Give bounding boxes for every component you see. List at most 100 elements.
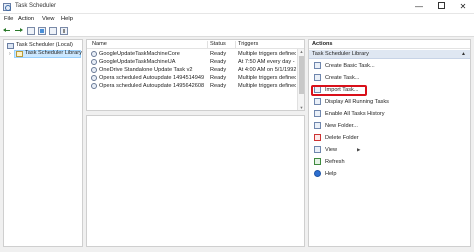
new-folder-icon <box>314 122 321 129</box>
action-label: Create Task... <box>325 74 360 81</box>
task-scheduler-window: Task Scheduler — ✕ File Action View Help… <box>0 0 474 252</box>
action-delete-folder[interactable]: Delete Folder <box>309 133 470 143</box>
submenu-arrow-icon: ▶ <box>357 147 361 152</box>
tree-item-label: Task Scheduler Library <box>25 50 82 56</box>
task-icon <box>91 67 97 73</box>
history-icon <box>314 110 321 117</box>
close-button[interactable]: ✕ <box>452 0 474 14</box>
navigation-tree: Task Scheduler (Local) › Task Scheduler … <box>3 39 83 247</box>
task-status: Ready <box>210 74 227 81</box>
window-title: Task Scheduler <box>15 3 57 9</box>
running-tasks-icon <box>314 98 321 105</box>
properties-icon[interactable] <box>38 27 46 35</box>
actions-title: Actions <box>309 40 470 49</box>
action-create-basic-task[interactable]: Create Basic Task... <box>309 61 470 71</box>
task-scheduler-app-icon <box>3 3 11 11</box>
tree-item-library[interactable]: › Task Scheduler Library <box>4 50 82 58</box>
action-display-running-tasks[interactable]: Display All Running Tasks <box>309 97 470 107</box>
title-bar: Task Scheduler — ✕ <box>0 0 474 14</box>
task-icon <box>91 51 97 57</box>
menu-bar: File Action View Help <box>0 14 474 25</box>
action-new-folder[interactable]: New Folder... <box>309 121 470 131</box>
table-row[interactable]: GoogleUpdateTaskMachineCore Ready Multip… <box>87 50 297 58</box>
table-row[interactable]: Opera scheduled Autoupdate 1495642608 Re… <box>87 82 297 90</box>
scroll-up-icon[interactable]: ▲ <box>299 49 304 54</box>
task-icon <box>91 75 97 81</box>
task-name: GoogleUpdateTaskMachineUA <box>99 58 176 65</box>
help-icon[interactable] <box>49 27 57 35</box>
task-list-header: Name Status Triggers <box>87 40 304 49</box>
action-label: Enable All Tasks History <box>325 110 385 117</box>
task-status: Ready <box>210 58 227 65</box>
task-triggers: Multiple triggers defined <box>238 82 296 89</box>
task-icon <box>91 59 97 65</box>
view-icon <box>314 146 321 153</box>
action-label: Delete Folder <box>325 134 359 141</box>
action-label: View <box>325 146 338 153</box>
table-row[interactable]: GoogleUpdateTaskMachineUA Ready At 7:50 … <box>87 58 297 66</box>
column-header-name[interactable]: Name <box>92 41 107 47</box>
task-status: Ready <box>210 82 227 89</box>
menu-action[interactable]: Action <box>18 16 34 22</box>
scrollbar-thumb[interactable] <box>299 56 304 94</box>
action-view[interactable]: View ▶ <box>309 145 470 155</box>
actions-section-header[interactable]: Task Scheduler Library ▲ <box>309 50 470 59</box>
task-status: Ready <box>210 66 227 73</box>
action-label: New Folder... <box>325 122 358 129</box>
action-label: Help <box>325 170 337 177</box>
action-refresh[interactable]: Refresh <box>309 157 470 167</box>
table-row[interactable]: Opera scheduled Autoupdate 1494514949 Re… <box>87 74 297 82</box>
action-create-task[interactable]: Create Task... <box>309 73 470 83</box>
tree-item-root[interactable]: Task Scheduler (Local) <box>4 42 82 50</box>
task-pane: Name Status Triggers GoogleUpdateTaskMac… <box>86 39 305 247</box>
forward-arrow-icon[interactable] <box>14 27 23 35</box>
folder-icon[interactable] <box>27 27 35 35</box>
pane-icon[interactable] <box>60 27 68 35</box>
action-label: Refresh <box>325 158 345 165</box>
task-icon <box>91 83 97 89</box>
minimize-button[interactable]: — <box>408 0 430 14</box>
vertical-scrollbar[interactable]: ▲ ▼ <box>297 49 304 110</box>
delete-icon <box>314 134 321 141</box>
clock-icon <box>7 43 14 49</box>
task-name: GoogleUpdateTaskMachineCore <box>99 50 180 57</box>
maximize-button[interactable] <box>430 0 452 14</box>
back-arrow-icon[interactable] <box>3 27 12 35</box>
column-header-status[interactable]: Status <box>210 41 226 47</box>
column-divider[interactable] <box>235 41 236 48</box>
column-divider[interactable] <box>207 41 208 48</box>
create-basic-task-icon <box>314 62 321 69</box>
menu-help[interactable]: Help <box>61 16 73 22</box>
menu-file[interactable]: File <box>4 16 13 22</box>
maximize-icon <box>437 2 445 10</box>
action-label: Create Basic Task... <box>325 62 375 69</box>
menu-view[interactable]: View <box>42 16 54 22</box>
column-header-triggers[interactable]: Triggers <box>238 41 258 47</box>
action-enable-tasks-history[interactable]: Enable All Tasks History <box>309 109 470 119</box>
action-help[interactable]: Help <box>309 169 470 179</box>
collapse-caret-icon[interactable]: ▲ <box>461 51 466 57</box>
create-task-icon <box>314 74 321 81</box>
refresh-icon <box>314 158 321 165</box>
task-triggers: Multiple triggers defined <box>238 50 296 57</box>
section-label: Task Scheduler Library <box>312 51 369 57</box>
task-name: Opera scheduled Autoupdate 1494514949 <box>99 74 205 81</box>
folder-icon <box>16 51 23 57</box>
actions-pane: Actions Task Scheduler Library ▲ Create … <box>308 39 471 247</box>
task-name: OneDrive Standalone Update Task v2 <box>99 66 193 73</box>
table-row[interactable]: OneDrive Standalone Update Task v2 Ready… <box>87 66 297 74</box>
action-label: Display All Running Tasks <box>325 98 389 105</box>
task-name: Opera scheduled Autoupdate 1495642608 <box>99 82 205 89</box>
task-triggers: At 4:00 AM on 5/1/1992 - Aft <box>238 66 296 73</box>
task-list: Name Status Triggers GoogleUpdateTaskMac… <box>86 39 305 111</box>
help-icon <box>314 170 321 177</box>
task-details-pane <box>86 115 305 247</box>
toolbar <box>0 25 474 37</box>
scroll-down-icon[interactable]: ▼ <box>299 105 304 110</box>
expand-caret-icon[interactable]: › <box>9 51 11 57</box>
task-status: Ready <box>210 50 227 57</box>
tree-item-label: Task Scheduler (Local) <box>16 42 73 48</box>
import-task-highlight-box <box>311 85 367 96</box>
task-triggers: At 7:50 AM every day - After <box>238 58 296 65</box>
task-triggers: Multiple triggers defined <box>238 74 296 81</box>
